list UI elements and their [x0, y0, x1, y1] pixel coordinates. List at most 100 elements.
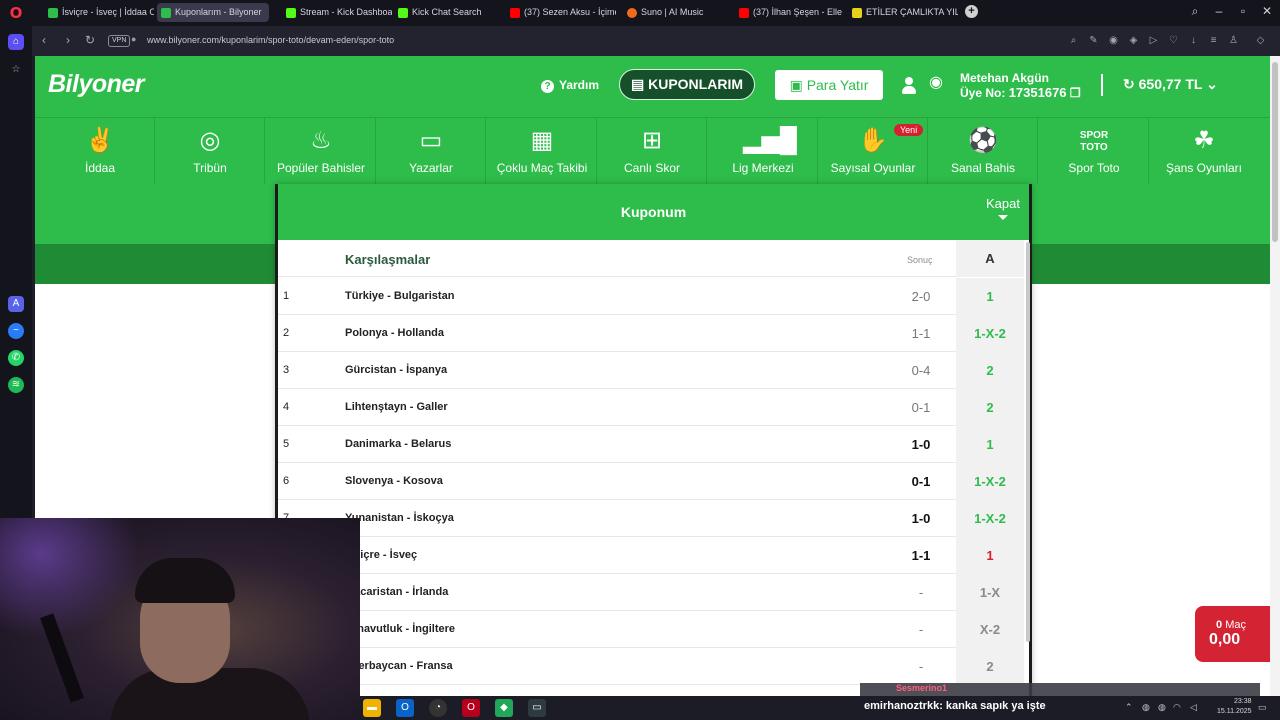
tab-label: ETİLER ÇAMLIKTA YILMAZ [866, 7, 958, 17]
site-header: Bilyoner ? Yardım ▤ KUPONLARIM ▣ Para Yat… [35, 56, 1270, 117]
star-icon[interactable]: ☆ [8, 62, 24, 78]
balance-value: 650,77 TL [1138, 76, 1203, 92]
browser-tab[interactable]: Kick Chat Search [394, 3, 504, 22]
match-row: Arnavutluk - İngiltere - X-2 [278, 611, 1024, 648]
modal-scrollbar[interactable] [1026, 242, 1030, 642]
outlook-icon[interactable]: O [396, 699, 414, 717]
edit-icon[interactable]: ✎ [1087, 34, 1100, 47]
search-tabs-icon[interactable]: ⌕ [1186, 4, 1204, 19]
new-tab-icon[interactable]: + [965, 5, 978, 18]
back-icon[interactable]: ‹ [36, 33, 52, 47]
messenger-icon[interactable]: ~ [8, 323, 24, 339]
copy-icon[interactable]: ❐ [1070, 86, 1081, 100]
bar-chart-icon: ▂▅█ [743, 127, 797, 154]
close-coupon-button[interactable]: Kapat [986, 196, 1020, 220]
close-window-icon[interactable]: ✕ [1258, 4, 1276, 18]
tray-chevron-icon[interactable]: ⌃ [1125, 702, 1133, 713]
system-clock[interactable]: 23:38 15.11.2025 [1217, 697, 1252, 717]
search-icon[interactable]: ⌕ [1067, 34, 1080, 47]
row-number: 6 [283, 475, 290, 487]
lock-icon: ● [131, 34, 137, 44]
nav-tribun[interactable]: ◎ Tribün [155, 118, 265, 184]
tray-app-icon[interactable]: ◍ [1142, 702, 1150, 713]
nav-sayisal-oyunlar[interactable]: ✋ Yeni Sayısal Oyunlar [818, 118, 928, 184]
wifi-icon[interactable]: ◠ [1173, 702, 1181, 713]
heart-icon[interactable]: ♡ [1167, 34, 1180, 47]
user-icon[interactable] [901, 77, 917, 95]
row-number: 3 [283, 364, 290, 376]
aria-icon[interactable]: A [8, 296, 24, 312]
browser-tab-bar: O İsviçre - İsveç | İddaa Oran Kuponları… [0, 0, 1280, 26]
browser-tab[interactable]: Suno | AI Music [623, 3, 733, 22]
nav-populer-bahisler[interactable]: ♨ Popüler Bahisler [266, 118, 376, 184]
nav-coklu-mac-takibi[interactable]: ▦ Çoklu Maç Takibi [487, 118, 597, 184]
browser-tab[interactable]: (37) İlhan Şeşen - Elle [735, 3, 845, 22]
header-divider [1101, 74, 1103, 96]
alert-text: Sesmerino1 [896, 683, 948, 693]
address-bar: ‹ › ↻ VPN ● www.bilyoner.com/kuponlarim/… [32, 26, 1280, 56]
chevron-down-icon[interactable]: ⌄ [1202, 76, 1218, 92]
match-pick: 1-X-2 [956, 463, 1024, 500]
profile-icon[interactable]: ♙ [1227, 34, 1240, 47]
url-field[interactable]: www.bilyoner.com/kuponlarim/spor-toto/de… [147, 35, 394, 45]
member-number: Üye No: 17351676 ❐ [960, 85, 1081, 100]
browser-tab[interactable]: (37) Sezen Aksu - İçime Si [506, 3, 616, 22]
notifications-icon[interactable]: ▭ [1258, 702, 1267, 713]
extensions-icon[interactable]: ◇ [1254, 34, 1267, 47]
match-name: Lihtenştayn - Galler [345, 401, 448, 413]
bet-slip-amount: 0,00 [1209, 631, 1241, 648]
nav-sanal-bahis[interactable]: ⚽ Sanal Bahis [928, 118, 1038, 184]
nav-iddaa[interactable]: ✌ İddaa [45, 118, 155, 184]
browser-tab[interactable]: ETİLER ÇAMLIKTA YILMAZ [848, 3, 958, 22]
opera-logo-icon[interactable]: O [4, 4, 28, 22]
menu-icon[interactable]: ≡ [1207, 34, 1220, 47]
app-icon[interactable]: ◆ [495, 699, 513, 717]
nav-yazarlar[interactable]: ▭ Yazarlar [376, 118, 486, 184]
file-explorer-icon[interactable]: ▬ [363, 699, 381, 717]
eye-icon[interactable]: ◉ [929, 72, 943, 92]
play-icon[interactable]: ▷ [1147, 34, 1160, 47]
iddaa-icon: ✌ [85, 127, 115, 154]
help-link[interactable]: ? Yardım [541, 78, 599, 93]
home-icon[interactable]: ⌂ [8, 34, 24, 50]
bet-slip-count: 0 Maç [1216, 619, 1246, 631]
volume-icon[interactable]: ◁ [1190, 702, 1197, 713]
tray-app-icon[interactable]: ◍ [1158, 702, 1166, 713]
browser-tab[interactable]: Stream - Kick Dashboard [282, 3, 392, 22]
scroll-thumb[interactable] [1272, 62, 1278, 242]
spotify-icon[interactable]: ≋ [8, 377, 24, 393]
forward-icon[interactable]: › [60, 33, 76, 47]
refresh-icon[interactable]: ↻ [1123, 76, 1139, 92]
vpn-badge[interactable]: VPN [108, 35, 131, 47]
browser-tab-active[interactable]: Kuponlarım - Bilyoner [157, 3, 269, 22]
terminal-icon[interactable]: ▭ [528, 699, 546, 717]
coupon-header: Kuponum Kapat [278, 184, 1029, 240]
browser-tab[interactable]: İsviçre - İsveç | İddaa Oran [44, 3, 154, 22]
nav-canli-skor[interactable]: ⊞ Canlı Skor [597, 118, 707, 184]
reload-icon[interactable]: ↻ [82, 33, 98, 47]
webcam-light [0, 518, 140, 638]
shield-icon[interactable]: ◈ [1127, 34, 1140, 47]
match-row: 5 Danimarka - Belarus 1-0 1 [278, 426, 1024, 463]
nav-label: Şans Oyunları [1165, 161, 1243, 175]
maximize-icon[interactable]: ▫ [1234, 4, 1252, 18]
match-result: 1-0 [911, 437, 931, 452]
nav-lig-merkezi[interactable]: ▂▅█ Lig Merkezi [708, 118, 818, 184]
minimize-icon[interactable]: – [1210, 4, 1228, 18]
page-scrollbar[interactable] [1270, 56, 1280, 696]
bilyoner-logo[interactable]: Bilyoner [48, 70, 145, 99]
bet-slip-button[interactable]: 0 Maç 0,00 [1195, 606, 1270, 662]
opera-taskbar-icon[interactable]: O [462, 699, 480, 717]
nav-sans-oyunlari[interactable]: ☘ Şans Oyunları [1149, 118, 1259, 184]
nav-spor-toto[interactable]: SPOR TOTO Spor Toto [1039, 118, 1149, 184]
screen: { "browser": { "tabs": [ {"label": "İsvi… [0, 0, 1280, 720]
my-coupons-button[interactable]: ▤ KUPONLARIM [619, 69, 755, 100]
camera-icon[interactable]: ◉ [1107, 34, 1120, 47]
download-icon[interactable]: ↓ [1187, 34, 1200, 47]
balance[interactable]: ↻ 650,77 TL ⌄ [1123, 76, 1218, 93]
obs-icon[interactable]: ◔ [429, 699, 447, 717]
match-name: Polonya - Hollanda [345, 327, 445, 339]
opera-sidebar: ⌂ ☆ A ~ ✆ ≋ [0, 26, 32, 520]
whatsapp-icon[interactable]: ✆ [8, 350, 24, 366]
deposit-button[interactable]: ▣ Para Yatır [775, 70, 883, 100]
